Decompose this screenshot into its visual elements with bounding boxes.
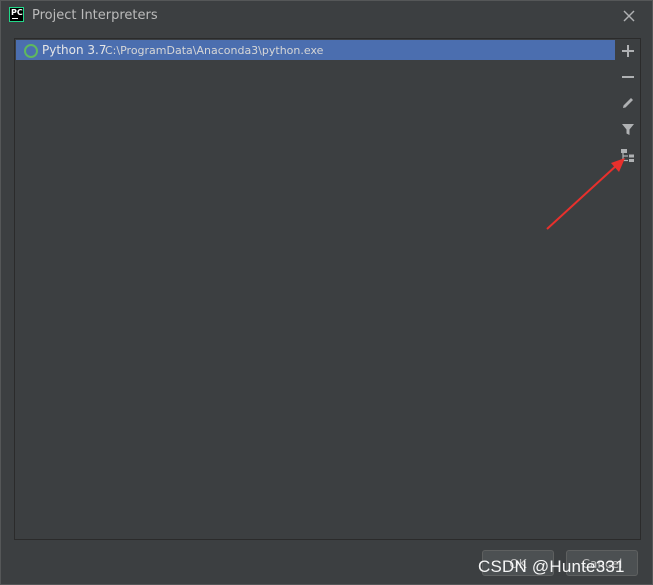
watermark: CSDN @Hunte331 (478, 557, 625, 576)
interpreter-toolbar (615, 38, 641, 540)
python-interpreter-icon (24, 44, 38, 58)
edit-interpreter-button[interactable] (619, 94, 637, 112)
interpreter-row[interactable]: Python 3.7 C:\ProgramData\Anaconda3\pyth… (16, 40, 615, 60)
title-bar: PC Project Interpreters (1, 1, 652, 31)
remove-icon (622, 76, 634, 78)
add-icon (622, 45, 634, 57)
filter-icon (622, 124, 634, 135)
show-paths-button[interactable] (619, 146, 637, 164)
close-icon (623, 10, 635, 22)
pycharm-logo-icon: PC (9, 7, 24, 22)
interpreter-name: Python 3.7 (42, 43, 107, 57)
app-logo-text: PC (11, 8, 23, 17)
interpreter-list[interactable]: Python 3.7 C:\ProgramData\Anaconda3\pyth… (14, 38, 617, 540)
close-button[interactable] (618, 5, 640, 27)
edit-icon (623, 98, 633, 108)
dialog-title: Project Interpreters (32, 8, 158, 23)
show-paths-icon (621, 149, 634, 162)
remove-interpreter-button[interactable] (619, 68, 637, 86)
project-interpreters-dialog: PC Project Interpreters Python 3.7 C:\Pr… (0, 0, 653, 585)
add-interpreter-button[interactable] (619, 42, 637, 60)
interpreter-path: C:\ProgramData\Anaconda3\python.exe (105, 44, 324, 57)
filter-button[interactable] (619, 120, 637, 138)
